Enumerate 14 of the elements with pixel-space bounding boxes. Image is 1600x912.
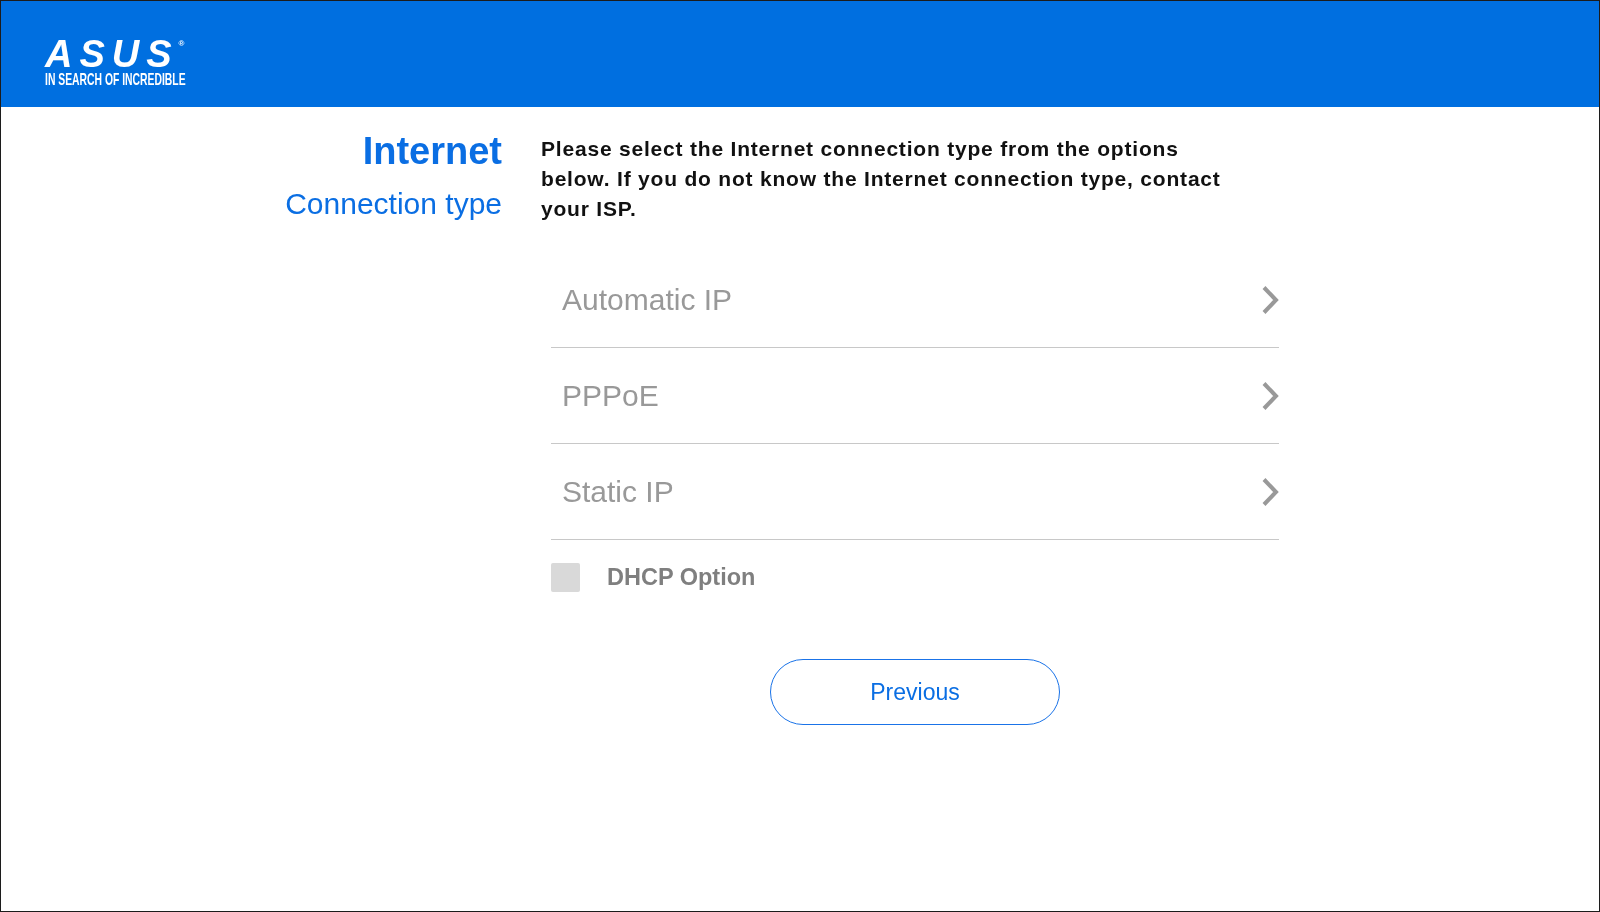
connection-type-option[interactable]: Automatic IP [551,252,1279,348]
section-subtitle: Connection type [284,186,502,221]
connection-type-option[interactable]: Static IP [551,444,1279,540]
dhcp-option-label[interactable]: DHCP Option [607,564,756,591]
chevron-right-icon [1261,476,1279,507]
chevron-right-icon [1261,380,1279,411]
section-title: Internet [361,129,502,173]
instructions-text: Please select the Internet connection type from the options below. If you do not know the Internet connection type, contact your ISP. [541,136,1222,222]
dhcp-checkbox[interactable] [551,563,580,592]
previous-button[interactable]: Previous [770,659,1060,725]
connection-type-option[interactable]: PPPoE [551,348,1279,444]
logo-tagline: IN SEARCH OF INCREDIBLE [45,72,186,87]
logo-wordmark: ASUS$^{®}$ [45,40,185,68]
chevron-right-icon [1261,284,1279,315]
